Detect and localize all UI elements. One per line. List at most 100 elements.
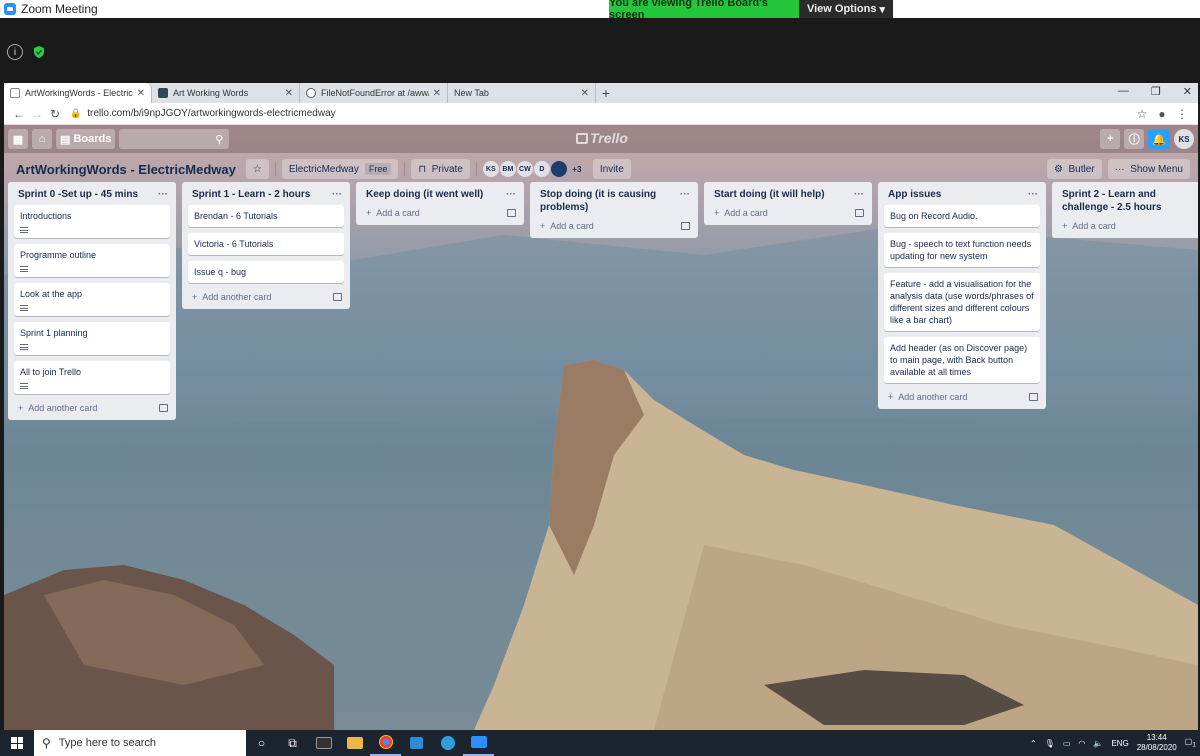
view-options-button[interactable]: View Options ▾ xyxy=(799,0,893,18)
list-menu-icon[interactable]: ··· xyxy=(506,188,516,201)
user-avatar[interactable]: KS xyxy=(1174,129,1194,149)
card-template-icon[interactable] xyxy=(1029,393,1038,401)
list-menu-icon[interactable]: ··· xyxy=(680,188,690,214)
member-avatar[interactable]: KS xyxy=(482,161,499,177)
card-template-icon[interactable] xyxy=(333,293,342,301)
card[interactable]: Introductions xyxy=(14,205,170,238)
board-list[interactable]: Sprint 2 - Learn and challenge - 2.5 hou… xyxy=(1052,182,1198,238)
close-tab-icon[interactable]: ✕ xyxy=(433,88,441,99)
new-tab-button[interactable]: + xyxy=(596,83,616,103)
member-avatar[interactable]: CW xyxy=(516,161,533,177)
edge-icon[interactable] xyxy=(432,730,463,756)
list-header[interactable]: App issues ··· xyxy=(878,182,1046,205)
tray-chevron-icon[interactable]: ⌃ xyxy=(1030,739,1037,748)
list-header[interactable]: Sprint 0 -Set up - 45 mins ··· xyxy=(8,182,176,205)
close-window-icon[interactable]: ✕ xyxy=(1183,85,1192,98)
browser-tab-error[interactable]: FileNotFoundError at /aww/anel ✕ xyxy=(300,83,448,103)
chrome-icon[interactable] xyxy=(370,730,401,756)
list-header[interactable]: Start doing (it will help) ··· xyxy=(704,182,872,205)
list-header[interactable]: Sprint 1 - Learn - 2 hours ··· xyxy=(182,182,350,205)
board-list[interactable]: Sprint 0 -Set up - 45 mins ··· Introductio… xyxy=(8,182,176,420)
team-button[interactable]: ElectricMedway Free xyxy=(281,159,399,179)
info-icon[interactable]: i xyxy=(7,44,23,60)
card-template-icon[interactable] xyxy=(681,222,690,230)
add-card-button[interactable]: + Add a card xyxy=(530,218,698,234)
zoom-taskbar-icon[interactable] xyxy=(463,730,494,756)
volume-icon[interactable]: 🔈 xyxy=(1093,739,1103,748)
card[interactable]: Add header (as on Discover page) to main… xyxy=(884,337,1040,383)
add-card-button[interactable]: + Add a card xyxy=(704,205,872,221)
terminal-icon[interactable] xyxy=(308,730,339,756)
boards-button[interactable]: ▤ Boards xyxy=(56,129,116,149)
list-header[interactable]: Stop doing (it is causing problems) ··· xyxy=(530,182,698,218)
vscode-icon[interactable] xyxy=(401,730,432,756)
card[interactable]: Brendan - 6 Tutorials xyxy=(188,205,344,227)
list-title[interactable]: Sprint 0 -Set up - 45 mins xyxy=(18,188,138,201)
browser-tab-artworkingwords[interactable]: Art Working Words ✕ xyxy=(152,83,300,103)
card-template-icon[interactable] xyxy=(855,209,864,217)
trello-logo[interactable]: Trello xyxy=(576,130,628,146)
list-title[interactable]: Start doing (it will help) xyxy=(714,188,825,201)
notifications-icon[interactable]: ▢1 xyxy=(1185,737,1196,749)
member-avatar-photo[interactable] xyxy=(550,161,567,177)
list-title[interactable]: App issues xyxy=(888,188,941,201)
add-card-button[interactable]: + Add another card xyxy=(8,400,176,416)
apps-grid-icon[interactable]: ▦ xyxy=(8,129,28,149)
start-button[interactable] xyxy=(0,730,34,756)
star-board-icon[interactable]: ☆ xyxy=(245,159,269,179)
board-list[interactable]: Start doing (it will help) ··· + Add a car… xyxy=(704,182,872,225)
clock[interactable]: 13:44 28/08/2020 xyxy=(1137,733,1177,753)
info-circle-icon[interactable]: ⓘ xyxy=(1124,129,1145,149)
more-icon[interactable]: ⋮ xyxy=(1172,107,1192,121)
list-title[interactable]: Stop doing (it is causing problems) xyxy=(540,188,676,214)
add-card-button[interactable]: + Add a card xyxy=(1052,218,1198,234)
profile-icon[interactable]: ● xyxy=(1152,107,1172,121)
board-search-input[interactable]: ⚲ xyxy=(119,129,230,149)
browser-tab-newtab[interactable]: New Tab ✕ xyxy=(448,83,596,103)
list-menu-icon[interactable]: ··· xyxy=(332,188,342,201)
close-tab-icon[interactable]: ✕ xyxy=(137,88,145,99)
list-header[interactable]: Keep doing (it went well) ··· xyxy=(356,182,524,205)
star-icon[interactable]: ☆ xyxy=(1132,107,1152,121)
wifi-icon[interactable]: ◠ xyxy=(1078,739,1085,748)
home-icon[interactable]: ⌂ xyxy=(32,129,52,149)
battery-icon[interactable]: ▭ xyxy=(1063,739,1071,748)
board-list[interactable]: Stop doing (it is causing problems) ··· + … xyxy=(530,182,698,238)
list-menu-icon[interactable]: ··· xyxy=(854,188,864,201)
visibility-button[interactable]: ⊓ Private xyxy=(411,159,470,179)
list-title[interactable]: Sprint 2 - Learn and challenge - 2.5 hou… xyxy=(1062,188,1198,214)
member-avatar[interactable]: BM xyxy=(499,161,516,177)
card[interactable]: Bug on Record Audio. xyxy=(884,205,1040,227)
microphone-icon[interactable]: 🎙 xyxy=(1045,739,1055,748)
board-list[interactable]: Keep doing (it went well) ··· + Add a card xyxy=(356,182,524,225)
list-header[interactable]: Sprint 2 - Learn and challenge - 2.5 hou… xyxy=(1052,182,1198,218)
board-list[interactable]: App issues ··· Bug on Record Audio. Bug - s… xyxy=(878,182,1046,409)
notifications-bell-icon[interactable]: 🔔 xyxy=(1148,129,1170,149)
add-card-button[interactable]: + Add a card xyxy=(356,205,524,221)
member-avatar[interactable]: D xyxy=(533,161,550,177)
card[interactable]: Issue q - bug xyxy=(188,261,344,283)
language-indicator[interactable]: ENG xyxy=(1111,739,1128,748)
cortana-icon[interactable]: ○ xyxy=(246,730,277,756)
show-menu-button[interactable]: ··· Show Menu xyxy=(1107,159,1190,179)
card[interactable]: Feature - add a visualisation for the an… xyxy=(884,273,1040,331)
shield-icon[interactable] xyxy=(31,44,47,60)
url-field[interactable]: 🔒 trello.com/b/i9npJGOY/artworkingwords-… xyxy=(70,108,1132,119)
list-menu-icon[interactable]: ··· xyxy=(1028,188,1038,201)
forward-icon[interactable]: → xyxy=(28,107,46,121)
card[interactable]: Programme outline xyxy=(14,244,170,277)
reload-icon[interactable]: ↻ xyxy=(46,107,64,121)
card[interactable]: Victoria - 6 Tutorials xyxy=(188,233,344,255)
restore-icon[interactable]: ❐ xyxy=(1151,85,1161,98)
card-template-icon[interactable] xyxy=(159,404,168,412)
list-title[interactable]: Sprint 1 - Learn - 2 hours xyxy=(192,188,310,201)
list-menu-icon[interactable]: ··· xyxy=(158,188,168,201)
file-explorer-icon[interactable] xyxy=(339,730,370,756)
create-plus-icon[interactable]: + xyxy=(1100,129,1121,149)
browser-tab-trello[interactable]: ArtWorkingWords - ElectricMedw ✕ xyxy=(4,83,152,103)
butler-button[interactable]: ⚙ Butler xyxy=(1046,159,1102,179)
back-icon[interactable]: ← xyxy=(10,107,28,121)
card[interactable]: Look at the app xyxy=(14,283,170,316)
close-tab-icon[interactable]: ✕ xyxy=(581,88,589,99)
invite-button[interactable]: Invite xyxy=(592,159,631,179)
